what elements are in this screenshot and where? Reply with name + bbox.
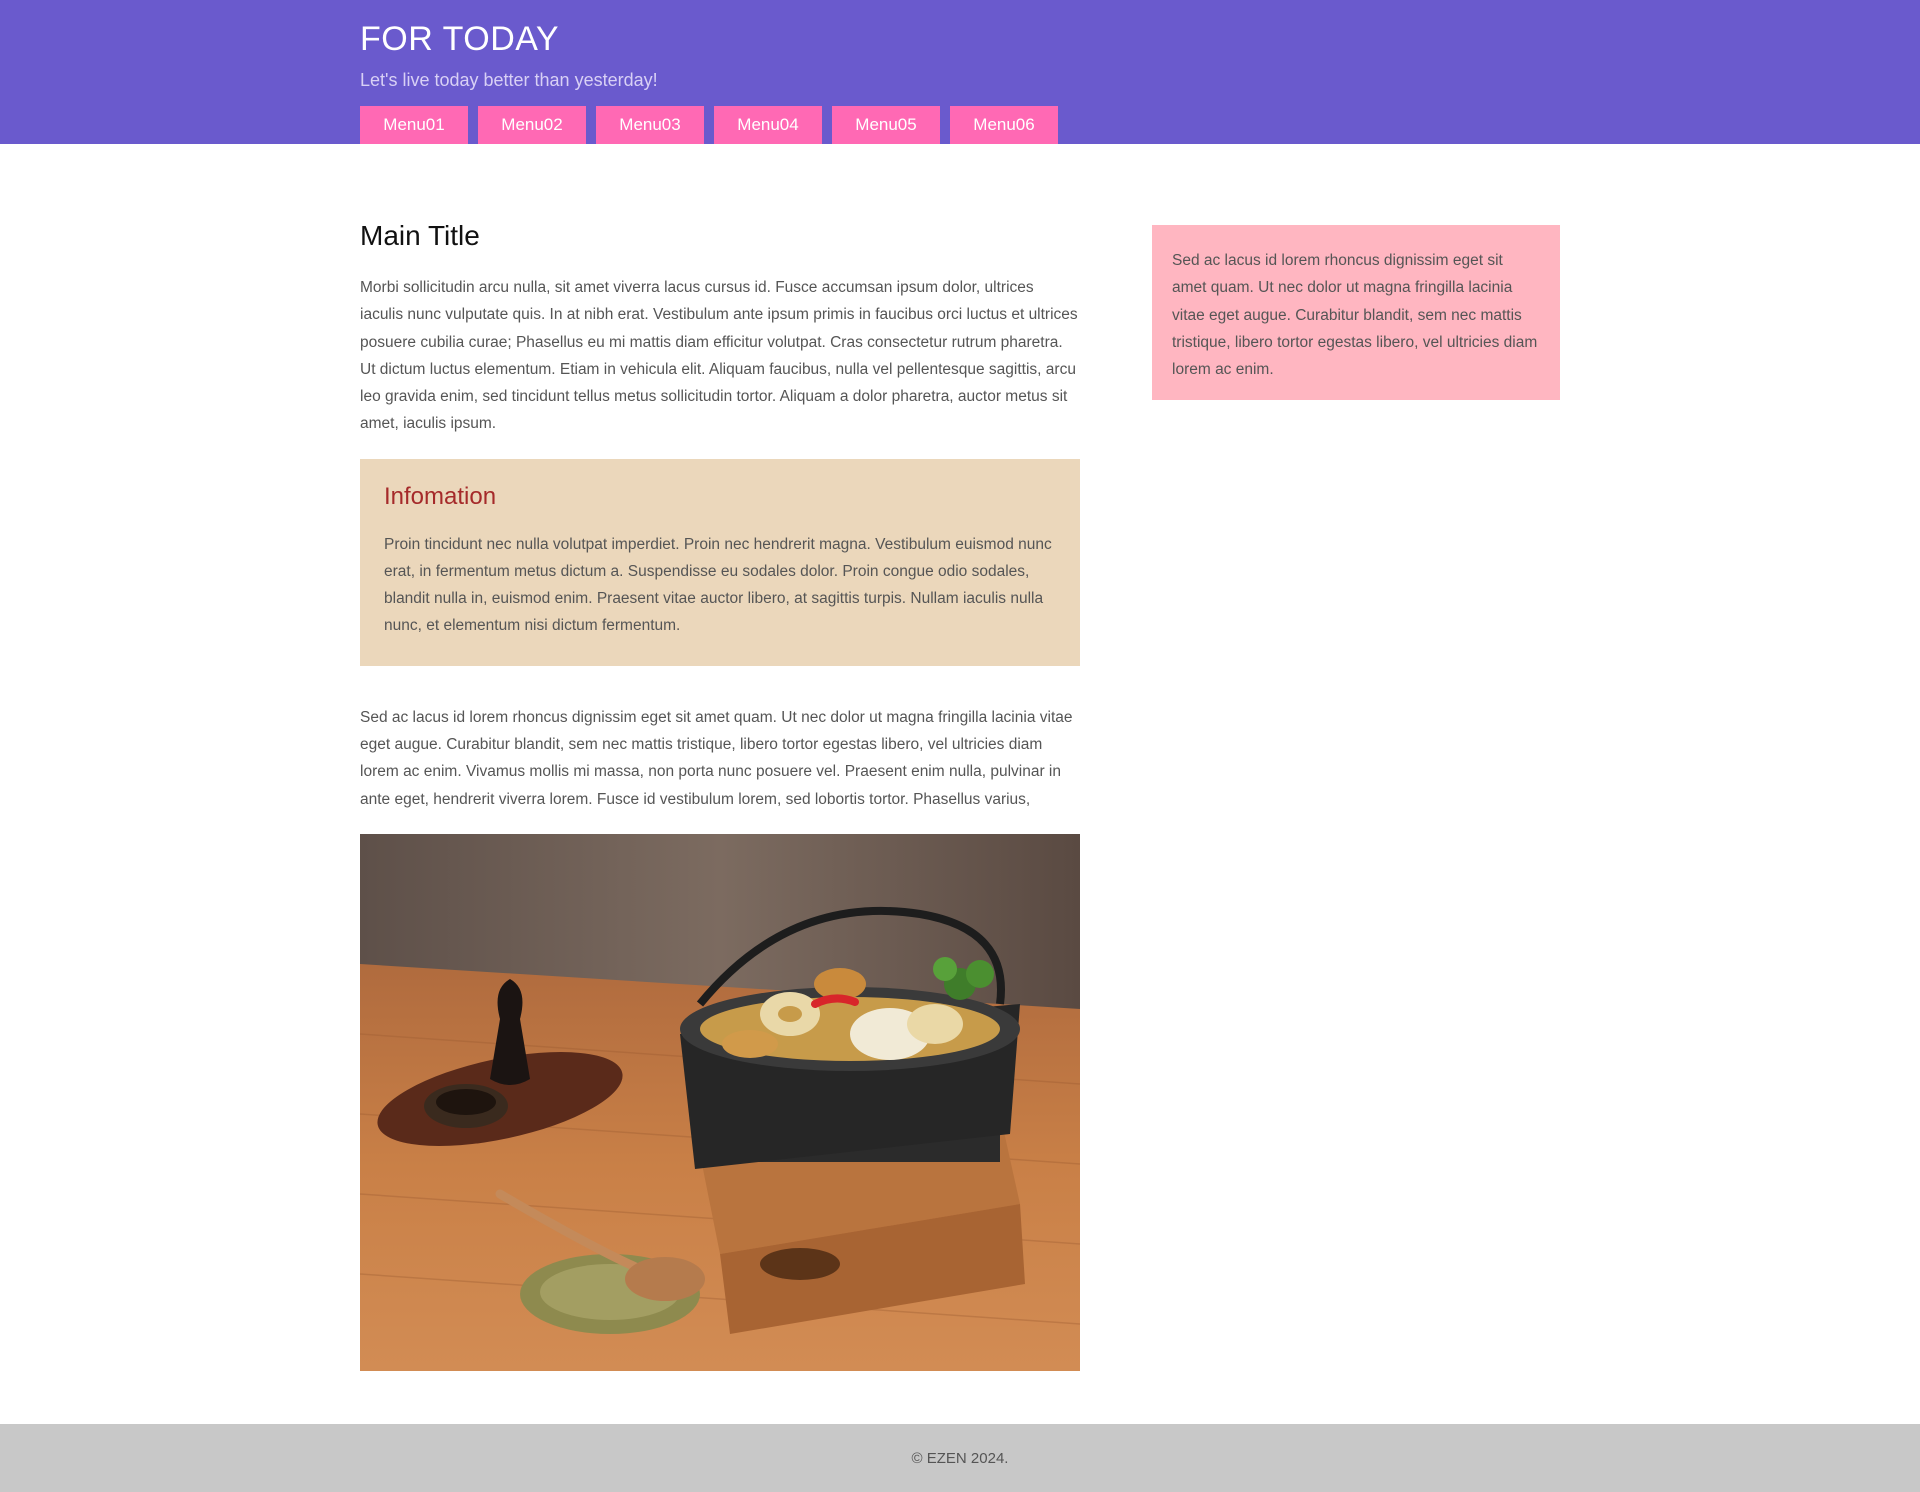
nav-item-menu06[interactable]: Menu06 — [950, 106, 1058, 144]
information-box: Infomation Proin tincidunt nec nulla vol… — [360, 458, 1080, 666]
information-text: Proin tincidunt nec nulla volutpat imper… — [384, 535, 1052, 634]
copyright-text: © EZEN 2024. — [911, 1449, 1009, 1467]
sidebar-box: Sed ac lacus id lorem rhoncus dignissim … — [1152, 225, 1560, 400]
main-title: Main Title — [360, 220, 480, 251]
site-footer: © EZEN 2024. — [0, 1424, 1920, 1492]
nav-item-menu04[interactable]: Menu04 — [714, 106, 822, 144]
main-nav: Menu01 Menu02 Menu03 Menu04 Menu05 Menu0… — [360, 106, 1058, 144]
site-tagline: Let's live today better than yesterday! — [360, 70, 658, 90]
intro-paragraph: Morbi sollicitudin arcu nulla, sit amet … — [360, 279, 1078, 433]
nav-item-menu03[interactable]: Menu03 — [596, 106, 704, 144]
food-photo — [360, 833, 1080, 1371]
body-paragraph: Sed ac lacus id lorem rhoncus dignissim … — [360, 708, 1073, 808]
sidebar-text: Sed ac lacus id lorem rhoncus dignissim … — [1172, 252, 1538, 379]
site-header: FOR TODAY Let's live today better than y… — [0, 0, 1920, 144]
nav-item-menu05[interactable]: Menu05 — [832, 106, 940, 144]
information-title: Infomation — [384, 482, 497, 510]
site-title[interactable]: FOR TODAY — [360, 20, 559, 59]
nav-item-menu02[interactable]: Menu02 — [478, 106, 586, 144]
main-content: Main Title Morbi sollicitudin arcu nulla… — [360, 220, 1080, 1371]
oden-hotpot-illustration — [360, 833, 1080, 1371]
nav-item-menu01[interactable]: Menu01 — [360, 106, 468, 144]
